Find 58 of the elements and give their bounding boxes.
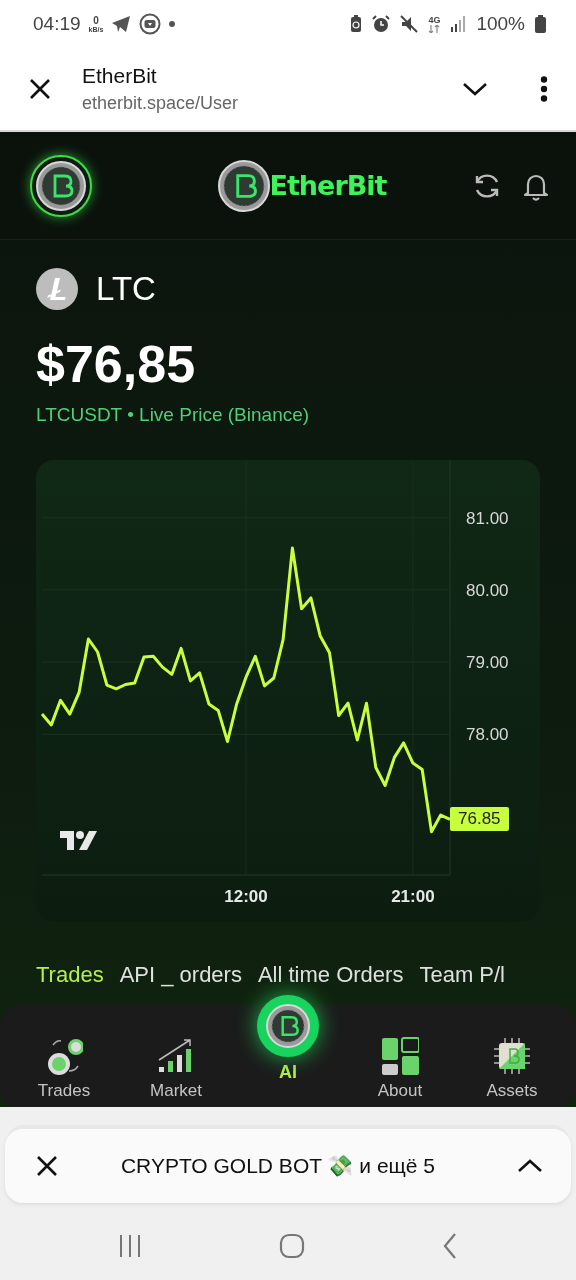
grid-icon [381, 1037, 419, 1075]
chevron-up-icon[interactable] [517, 1158, 543, 1174]
coin-symbol: LTC [96, 270, 156, 308]
page-title: EtherBit [82, 64, 158, 88]
profile-button[interactable] [30, 154, 92, 217]
nav-item[interactable]: About [350, 1037, 450, 1101]
recent-apps-icon[interactable] [118, 1234, 142, 1258]
ai-button[interactable] [257, 995, 319, 1057]
price-tag: 76.85 [450, 807, 509, 832]
more-icon[interactable] [540, 76, 548, 102]
nav-label: Trades [37, 1081, 91, 1101]
litecoin-icon [36, 268, 78, 310]
battery-icon [535, 15, 546, 33]
price-source: LTCUSDT • Live Price (Binance) [36, 404, 311, 426]
tab[interactable]: Team P/l [419, 962, 505, 988]
coin-logo-icon [217, 159, 270, 212]
nav-label: About [377, 1081, 423, 1101]
coins-icon [45, 1037, 83, 1075]
nav-label: Market [150, 1081, 202, 1101]
nav-item[interactable]: Trades [14, 1037, 114, 1101]
page-url: etherbit.space/User [82, 93, 240, 114]
tab[interactable]: Trades [36, 962, 104, 988]
dot-icon [169, 21, 176, 27]
notification-text: CRYPTO GOLD BOT 💸 и ещё 5 [119, 1154, 437, 1178]
speed-value: 0 [93, 15, 99, 26]
axis-label: 79.00 [466, 653, 509, 673]
chip-icon [493, 1037, 531, 1075]
battery-saver-icon [350, 15, 363, 33]
home-icon[interactable] [279, 1233, 305, 1259]
axis-label: 78.00 [466, 725, 509, 745]
tab[interactable]: API _ orders [119, 962, 242, 988]
brand-name: EtherBit [269, 170, 387, 201]
paper-plane-icon [111, 15, 132, 33]
price-value: $76,85 [36, 334, 197, 394]
back-icon[interactable] [442, 1233, 458, 1259]
nav-item[interactable]: Market [126, 1037, 226, 1101]
coin-logo-icon [36, 160, 86, 211]
network-type: 4G [428, 15, 441, 25]
axis-label: 12:00 [224, 887, 268, 906]
coin-logo-icon [266, 1004, 310, 1048]
axis-label: 81.00 [466, 508, 509, 528]
battery-percent: 100% [476, 13, 525, 35]
data-arrows-icon [428, 24, 441, 33]
clock-time: 04:19 [33, 13, 81, 35]
nav-label: AI [279, 1062, 297, 1083]
axis-label: 21:00 [391, 887, 435, 906]
close-icon[interactable] [35, 1154, 59, 1178]
nav-label: Assets [486, 1081, 538, 1101]
alarm-icon [372, 15, 391, 33]
mute-icon [400, 15, 419, 33]
nav-item[interactable]: Assets [462, 1037, 562, 1101]
close-icon[interactable] [28, 77, 52, 101]
tab[interactable]: All time Orders [257, 962, 404, 988]
chevron-down-icon[interactable] [462, 81, 488, 97]
signal-icon [450, 16, 467, 32]
tv-logo-icon [60, 831, 97, 850]
download-icon [139, 13, 162, 35]
axis-label: 80.00 [466, 580, 509, 600]
